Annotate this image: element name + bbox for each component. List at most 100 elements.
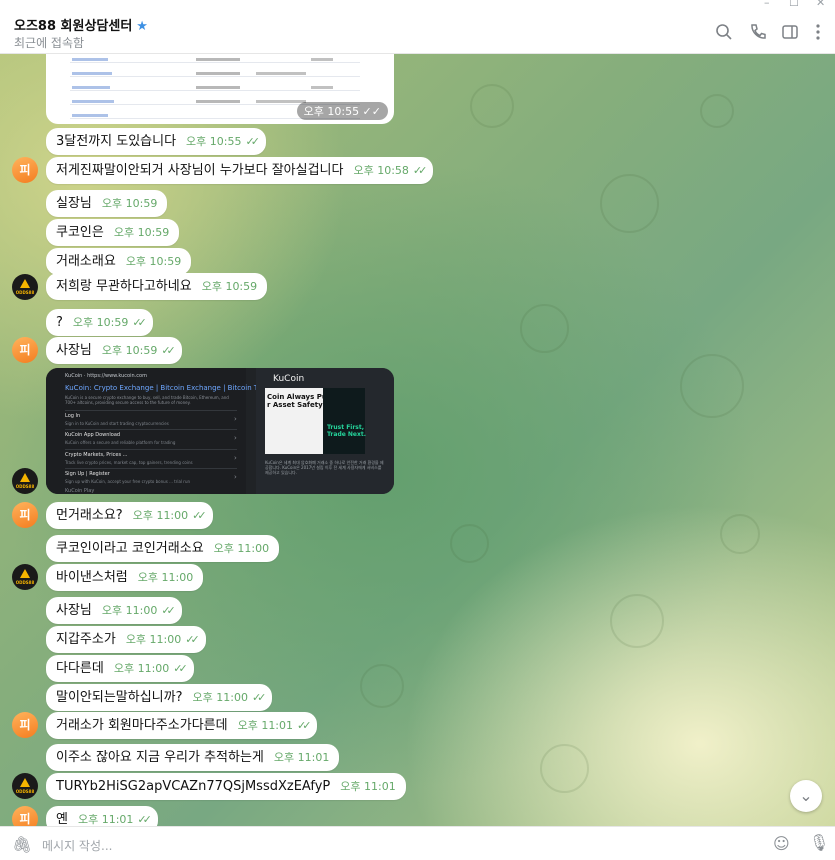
message-time: 오후 11:01 — [237, 719, 294, 732]
logo-icon — [20, 473, 30, 482]
emoji-icon[interactable]: ☺ — [773, 834, 790, 853]
message-bubble[interactable]: ? 오후 10:59 ✓✓ — [46, 309, 153, 336]
link-preview-message[interactable]: KuCoin · https://www.kucoin.com KuCoin: … — [46, 368, 394, 494]
preview-link-item[interactable]: Sign Up | Register — [65, 471, 110, 477]
microphone-icon[interactable]: 🎙 — [809, 833, 829, 852]
message-bubble[interactable]: 사장님 오후 11:00 ✓✓ — [46, 597, 182, 624]
message-time: 오후 11:00 — [192, 691, 248, 704]
chat-title: 오즈88 회원상담센터 ★ — [14, 15, 148, 34]
message-bubble[interactable]: 거래소래요 오후 10:59 — [46, 248, 192, 275]
message-bubble[interactable]: 실장님 오후 10:59 — [46, 190, 168, 217]
message-text: 먼거래소요? — [56, 508, 123, 523]
message-bubble[interactable]: 지갑주소가 오후 11:00 ✓✓ — [46, 626, 206, 653]
avatar[interactable]: ODDS88 — [12, 468, 38, 494]
message-text: 3달전까지 도있습니다 — [56, 134, 177, 149]
message-time: 오후 11:01 — [77, 813, 134, 826]
message-text: 저희랑 무관하다고하네요 — [56, 279, 192, 294]
avatar[interactable]: 피 — [12, 157, 38, 183]
message-bubble[interactable]: 먼거래소요? 오후 11:00 ✓✓ — [46, 502, 213, 529]
message-time: 오후 11:00 — [101, 604, 158, 617]
message-time: 오후 10:59 — [113, 226, 170, 239]
message-time: 오후 10:59 — [72, 316, 129, 329]
avatar[interactable]: ODDS88 — [12, 773, 38, 799]
message-text: 지갑주소가 — [56, 632, 116, 647]
message-time: 오후 11:00 — [125, 633, 182, 646]
background-doodle — [600, 174, 659, 233]
preview-more-link[interactable]: KuCoin Play — [65, 488, 94, 494]
preview-link-item[interactable]: KuCoin App Download — [65, 432, 120, 438]
read-check-icon: ✓✓ — [251, 691, 267, 704]
chat-title-text: 오즈88 회원상담센터 — [14, 19, 133, 34]
background-doodle — [610, 594, 664, 648]
read-check-icon: ✓✓ — [185, 633, 200, 646]
preview-link-item[interactable]: Crypto Markets, Prices ... — [65, 452, 127, 458]
message-bubble[interactable]: 쿠코인은 오후 10:59 — [46, 219, 180, 246]
chat-area[interactable]: 오후 10:55 ✓✓ 3달전까지 도있습니다 오후 10:55 ✓✓ 피 저게진짜… — [0, 54, 835, 826]
message-bubble[interactable]: 사장님 오후 10:59 ✓✓ — [46, 337, 182, 364]
preview-card-text: KuCoin은 세계 최대 암호화폐 거래소 중 하나로 안전한 거래 환경을 … — [265, 460, 384, 475]
preview-link-item[interactable]: Log In — [65, 413, 80, 419]
read-check-icon: ✓✓ — [173, 662, 188, 675]
image-message[interactable]: 오후 10:55 ✓✓ — [46, 54, 394, 124]
background-doodle — [360, 664, 404, 708]
chat-header[interactable]: 오즈88 회원상담센터 ★ 최근에 접속함 — [0, 10, 835, 54]
message-bubble[interactable]: 저희랑 무관하다고하네요 오후 10:59 — [46, 273, 268, 300]
message-bubble[interactable]: 거래소가 회원마다주소가다른데 오후 11:01 ✓✓ — [46, 712, 318, 739]
message-text: 옌 — [56, 812, 68, 826]
avatar[interactable]: 피 — [12, 806, 38, 826]
avatar[interactable]: 피 — [12, 502, 38, 528]
preview-card-slogan: Trust First, Trade Next. — [327, 424, 367, 438]
preview-link-sub: Sign in to KuCoin and start trading cryp… — [65, 421, 169, 426]
message-bubble[interactable]: 말이안되는말하십니까? 오후 11:00 ✓✓ — [46, 684, 273, 711]
background-doodle — [720, 514, 760, 554]
message-bubble[interactable]: 3달전까지 도있습니다 오후 10:55 ✓✓ — [46, 128, 266, 155]
message-bubble[interactable]: 옌 오후 11:01 ✓✓ — [46, 806, 158, 826]
avatar-label: ODDS88 — [15, 484, 35, 489]
preview-title[interactable]: KuCoin: Crypto Exchange | Bitcoin Exchan… — [65, 384, 280, 392]
phone-icon[interactable] — [748, 22, 768, 42]
verified-star-icon: ★ — [136, 19, 148, 34]
scroll-to-bottom-button[interactable]: ⌄ — [790, 780, 822, 812]
message-bubble[interactable]: 쿠코인이라고 코인거래소요 오후 11:00 — [46, 535, 280, 562]
paperclip-icon[interactable]: 🖇 — [12, 835, 32, 854]
chat-status: 최근에 접속함 — [14, 36, 85, 50]
avatar[interactable]: ODDS88 — [12, 564, 38, 590]
more-vertical-icon[interactable] — [808, 22, 828, 42]
avatar[interactable]: 피 — [12, 712, 38, 738]
chevron-right-icon: › — [234, 454, 237, 462]
message-time: 오후 10:59 — [201, 280, 258, 293]
read-check-icon: ✓✓ — [245, 135, 260, 148]
message-bubble[interactable]: TURYb2HiSG2apVCAZn77QSjMssdXzEAfyP 오후 11:… — [46, 773, 406, 800]
avatar[interactable]: 피 — [12, 337, 38, 363]
sidebar-toggle-icon[interactable] — [780, 22, 800, 42]
message-input-bar: 🖇 메시지 작성... ☺ 🎙 — [0, 826, 835, 860]
message-time: 오후 11:00 — [213, 542, 270, 555]
search-icon[interactable] — [714, 22, 734, 42]
preview-site: KuCoin · https://www.kucoin.com — [65, 373, 147, 379]
message-time: 오후 11:01 — [273, 751, 330, 764]
background-doodle — [520, 304, 569, 353]
message-bubble[interactable]: 저게진짜말이안되거 사장님이 누가보다 잘아실겁니다 오후 10:58 ✓✓ — [46, 157, 434, 184]
read-check-icon: ✓✓ — [137, 813, 152, 826]
close-button[interactable]: ✕ — [816, 0, 825, 9]
avatar[interactable]: ODDS88 — [12, 274, 38, 300]
maximize-button[interactable]: ☐ — [789, 0, 799, 9]
message-bubble[interactable]: 바이낸스처럼 오후 11:00 — [46, 564, 204, 591]
message-input[interactable]: 메시지 작성... — [42, 837, 112, 854]
message-text: ? — [56, 315, 63, 330]
message-bubble[interactable]: 이주소 잖아요 지금 우리가 추적하는게 오후 11:01 — [46, 744, 340, 771]
preview-link-sub: Track live crypto prices, market cap, to… — [65, 460, 193, 465]
background-doodle — [450, 524, 489, 563]
message-text: 다다른데 — [56, 661, 104, 676]
message-time: 오후 10:59 — [125, 255, 182, 268]
message-text: 거래소래요 — [56, 254, 116, 269]
minimize-button[interactable]: – — [764, 0, 770, 9]
image-time-text: 오후 10:55 — [303, 105, 360, 118]
message-text: 바이낸스처럼 — [56, 570, 128, 585]
preview-card-title: KuCoin — [273, 374, 305, 384]
message-bubble[interactable]: 다다른데 오후 11:00 ✓✓ — [46, 655, 194, 682]
preview-link-sub: KuCoin offers a secure and reliable plat… — [65, 440, 176, 445]
read-check-icon: ✓✓ — [132, 316, 147, 329]
read-check-icon: ✓✓ — [412, 164, 428, 177]
message-time: 오후 10:58 — [353, 164, 409, 177]
